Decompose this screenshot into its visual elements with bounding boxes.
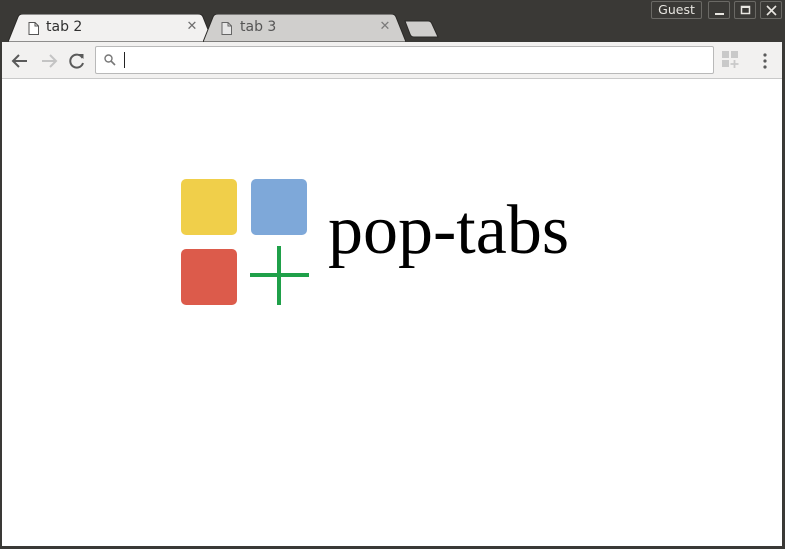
tab-3[interactable]: tab 3 ✕ [203, 14, 406, 42]
tab-shape [203, 14, 406, 42]
tab-label: tab 2 [46, 19, 83, 35]
browser-title-bar: tab 2 ✕ tab 3 ✕ Guest [0, 0, 785, 42]
logo-square-yellow [181, 179, 237, 235]
maximize-button[interactable] [734, 1, 756, 19]
reload-button[interactable] [66, 50, 88, 72]
profile-button[interactable]: Guest [651, 1, 702, 19]
arrow-right-icon [42, 54, 58, 68]
address-bar[interactable] [95, 46, 714, 74]
new-tab-button[interactable] [404, 20, 440, 38]
page-content: pop-tabs [2, 79, 782, 546]
close-tab-icon[interactable]: ✕ [185, 19, 199, 34]
search-icon [104, 54, 116, 66]
page-icon [28, 22, 39, 35]
browser-toolbar [0, 42, 785, 79]
kebab-menu-icon[interactable] [758, 50, 772, 72]
close-window-button[interactable] [760, 1, 782, 19]
back-button[interactable] [9, 50, 31, 72]
address-input[interactable] [122, 50, 702, 70]
text-caret [124, 52, 125, 68]
plus-icon [250, 246, 309, 305]
apps-plus-icon[interactable] [722, 51, 740, 69]
forward-button[interactable] [38, 50, 60, 72]
reload-icon [69, 53, 84, 69]
logo-square-red [181, 249, 237, 305]
minimize-button[interactable] [708, 1, 730, 19]
close-icon [766, 5, 777, 16]
arrow-left-icon [11, 54, 27, 68]
logo-square-blue [251, 179, 307, 235]
close-tab-icon[interactable]: ✕ [378, 19, 392, 34]
tab-2[interactable]: tab 2 ✕ [8, 14, 213, 42]
page-icon [221, 22, 232, 35]
minimize-icon [715, 13, 724, 15]
maximize-icon [740, 5, 751, 15]
brand-wordmark: pop-tabs [328, 192, 570, 269]
tab-label: tab 3 [240, 19, 277, 35]
